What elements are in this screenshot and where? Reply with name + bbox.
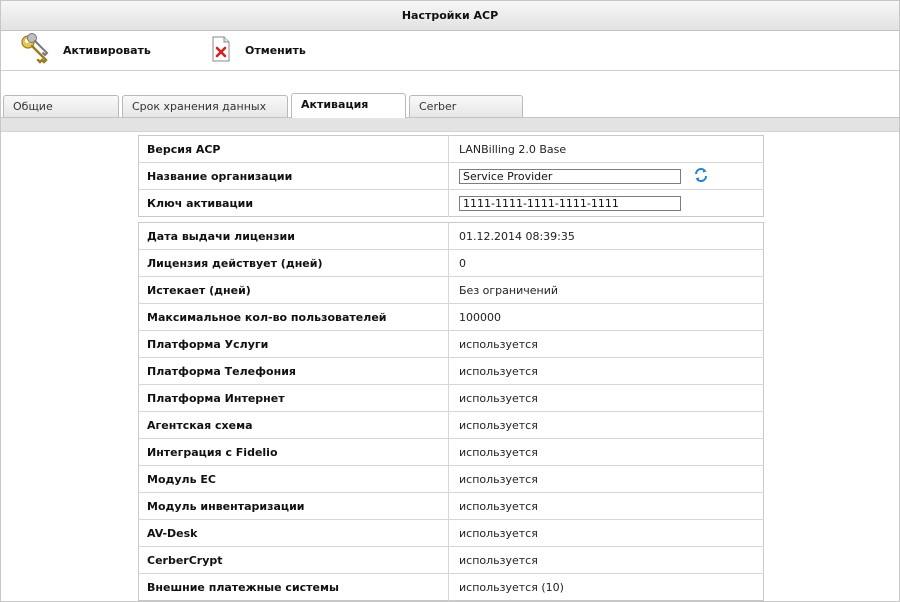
activation-key-input[interactable] (459, 195, 681, 211)
org-cell (448, 162, 764, 190)
tab-activation[interactable]: Активация (291, 93, 406, 118)
license-row: Интеграция с Fidelio используется (138, 438, 764, 466)
license-label: Лицензия действует (дней) (138, 249, 449, 277)
version-label: Версия АСР (138, 135, 449, 163)
org-label: Название организации (138, 162, 449, 190)
license-value: используется (448, 411, 764, 439)
activate-label: Активировать (63, 44, 151, 57)
activation-table: Версия АСР LANBilling 2.0 Base Название … (138, 135, 764, 217)
document-cancel-icon (209, 36, 233, 65)
license-row: Платформа Телефония используется (138, 357, 764, 385)
license-row: CerberCrypt используется (138, 546, 764, 574)
refresh-icon[interactable] (693, 167, 709, 186)
license-value: 01.12.2014 08:39:35 (448, 222, 764, 250)
license-value: используется (10) (459, 580, 564, 594)
license-label: Дата выдачи лицензии (138, 222, 449, 250)
toolbar: Активировать Отменить (1, 31, 899, 71)
license-label: Платформа Услуги (138, 330, 449, 358)
license-label: Максимальное кол-во пользователей (138, 303, 449, 331)
license-value: используется (448, 492, 764, 520)
license-label: Истекает (дней) (138, 276, 449, 304)
license-label: Интеграция с Fidelio (138, 438, 449, 466)
license-row: Максимальное кол-во пользователей 100000 (138, 303, 764, 331)
tab-cerber[interactable]: Cerber (409, 95, 523, 117)
cancel-label: Отменить (245, 44, 306, 57)
license-value: используется (448, 519, 764, 547)
license-label: Внешние платежные системы (138, 573, 449, 601)
license-row: Истекает (дней) Без ограничений (138, 276, 764, 304)
tab-bar: Общие Срок хранения данных Активация Cer… (1, 93, 899, 118)
license-row: Дата выдачи лицензии 01.12.2014 08:39:35 (138, 222, 764, 250)
license-row: Внешние платежные системы используется (1… (138, 573, 764, 601)
key-cell (449, 190, 764, 217)
license-row: Модуль ЕС используется (138, 465, 764, 493)
license-value: используется (448, 546, 764, 574)
license-value: используется (448, 465, 764, 493)
window-title: Настройки АСР (1, 1, 899, 31)
license-value: используется (448, 357, 764, 385)
keys-icon (19, 33, 51, 68)
license-label: Агентская схема (138, 411, 449, 439)
license-table: Дата выдачи лицензии 01.12.2014 08:39:35 Л… (138, 222, 764, 601)
license-row: Агентская схема используется (138, 411, 764, 439)
tab-strip (1, 117, 899, 132)
activate-button[interactable]: Активировать (19, 33, 209, 68)
license-label: Платформа Интернет (138, 384, 449, 412)
license-value: 0 (448, 249, 764, 277)
key-label: Ключ активации (138, 189, 449, 217)
table-row: Версия АСР LANBilling 2.0 Base (138, 135, 764, 163)
license-label: Платформа Телефония (138, 357, 449, 385)
settings-window: Настройки АСР Активировать Отменить Общи… (0, 0, 900, 602)
tab-general[interactable]: Общие (3, 95, 119, 117)
tab-data-retention[interactable]: Срок хранения данных (122, 95, 288, 117)
org-name-input[interactable] (459, 168, 681, 184)
license-row: Платформа Услуги используется (138, 330, 764, 358)
version-value: LANBilling 2.0 Base (448, 135, 764, 163)
cancel-button[interactable]: Отменить (209, 36, 306, 65)
license-label: CerberCrypt (138, 546, 449, 574)
license-label: AV-Desk (138, 519, 449, 547)
license-value: 100000 (448, 303, 764, 331)
table-row: Ключ активации (138, 189, 764, 217)
license-value: используется (448, 438, 764, 466)
license-row: Платформа Интернет используется (138, 384, 764, 412)
license-label: Модуль инвентаризации (138, 492, 449, 520)
license-row: AV-Desk используется (138, 519, 764, 547)
license-value: используется (448, 330, 764, 358)
license-value: используется (448, 384, 764, 412)
license-value: Без ограничений (448, 276, 764, 304)
table-row: Название организации (138, 162, 764, 190)
license-label: Модуль ЕС (138, 465, 449, 493)
license-row: Лицензия действует (дней) 0 (138, 249, 764, 277)
license-row: Модуль инвентаризации используется (138, 492, 764, 520)
